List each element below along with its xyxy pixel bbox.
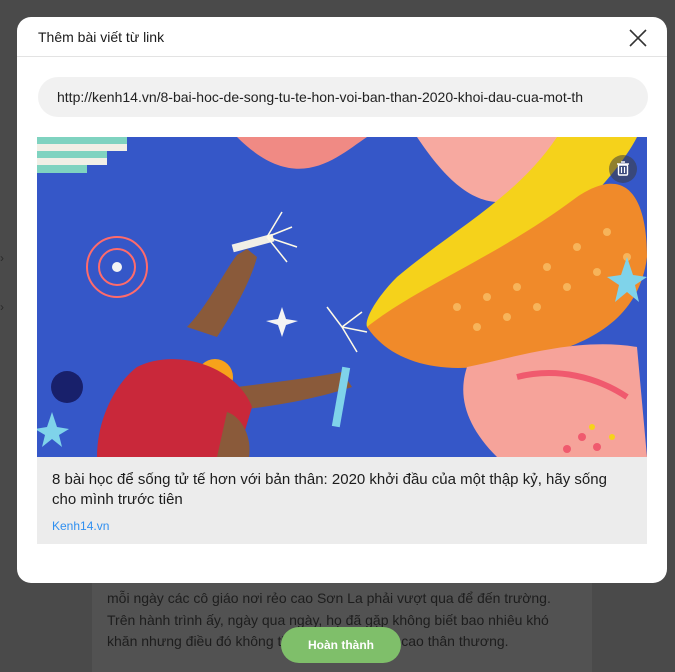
dialog-title: Thêm bài viết từ link bbox=[38, 29, 165, 45]
link-url-input[interactable] bbox=[38, 77, 648, 117]
add-post-from-link-dialog: Thêm bài viết từ link http://kenh14.vn/8… bbox=[17, 17, 667, 583]
preview-title[interactable]: 8 bài học để sống tử tế hơn với bản thân… bbox=[52, 470, 632, 510]
done-button[interactable]: Hoàn thành bbox=[281, 627, 401, 663]
chevron-right-icon: › bbox=[0, 251, 4, 265]
dialog-header: Thêm bài viết từ link bbox=[17, 17, 667, 57]
trash-icon bbox=[617, 161, 629, 176]
link-preview-card: 8 bài học để sống tử tế hơn với bản thân… bbox=[37, 137, 647, 544]
chevron-right-icon: › bbox=[0, 300, 4, 314]
preview-source-link[interactable]: Kenh14.vn bbox=[52, 519, 109, 533]
close-button[interactable] bbox=[627, 27, 649, 49]
preview-image bbox=[37, 137, 647, 457]
close-icon bbox=[629, 29, 647, 47]
delete-preview-button[interactable] bbox=[609, 155, 637, 183]
